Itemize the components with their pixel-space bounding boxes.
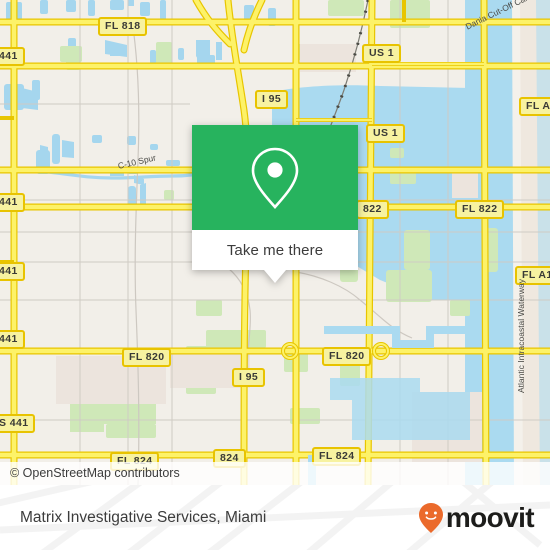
moovit-map-screenshot: FL 818 441 I 95 US 1 US 1 FL A 441 441 822 FL 822… (0, 0, 550, 550)
take-me-there-label: Take me there (226, 241, 324, 259)
road-shield: 441 (0, 47, 25, 66)
road-shield: 822 (356, 200, 389, 219)
road-shield: US 1 (366, 124, 405, 143)
road-shield: 441 (0, 193, 25, 212)
footer-bar: Matrix Investigative Services, Miami moo… (0, 485, 550, 550)
map-pin-icon (251, 147, 299, 209)
road-shield: FL 820 (322, 347, 372, 366)
road-shield: S 441 (0, 414, 36, 433)
map-canvas[interactable]: FL 818 441 I 95 US 1 US 1 FL A 441 441 822 FL 822… (0, 0, 550, 485)
place-popup-card[interactable]: Take me there (192, 125, 358, 283)
place-title: Matrix Investigative Services, Miami (20, 508, 267, 526)
road-shield: FL 822 (455, 200, 505, 219)
road-shield: FL A (519, 97, 550, 116)
road-shield: FL 820 (122, 348, 172, 367)
road-shield: 441 (0, 262, 25, 281)
moovit-wordmark: moovit (445, 501, 535, 533)
moovit-brand[interactable]: moovit (418, 501, 535, 534)
road-shield: US 1 (362, 44, 401, 63)
road-shield: 441 (0, 330, 25, 349)
popup-tail (264, 270, 286, 283)
take-me-there-button[interactable]: Take me there (192, 230, 358, 283)
moovit-smiley-pin-icon (418, 502, 443, 533)
popup-pin-panel (192, 125, 358, 230)
osm-attribution[interactable]: © OpenStreetMap contributors (0, 462, 550, 485)
road-shield: FL 818 (98, 17, 148, 36)
road-shield: I 95 (255, 90, 289, 109)
waterway-label: Atlantic Intracoastal Waterway (516, 278, 526, 393)
road-shield: I 95 (232, 368, 266, 387)
